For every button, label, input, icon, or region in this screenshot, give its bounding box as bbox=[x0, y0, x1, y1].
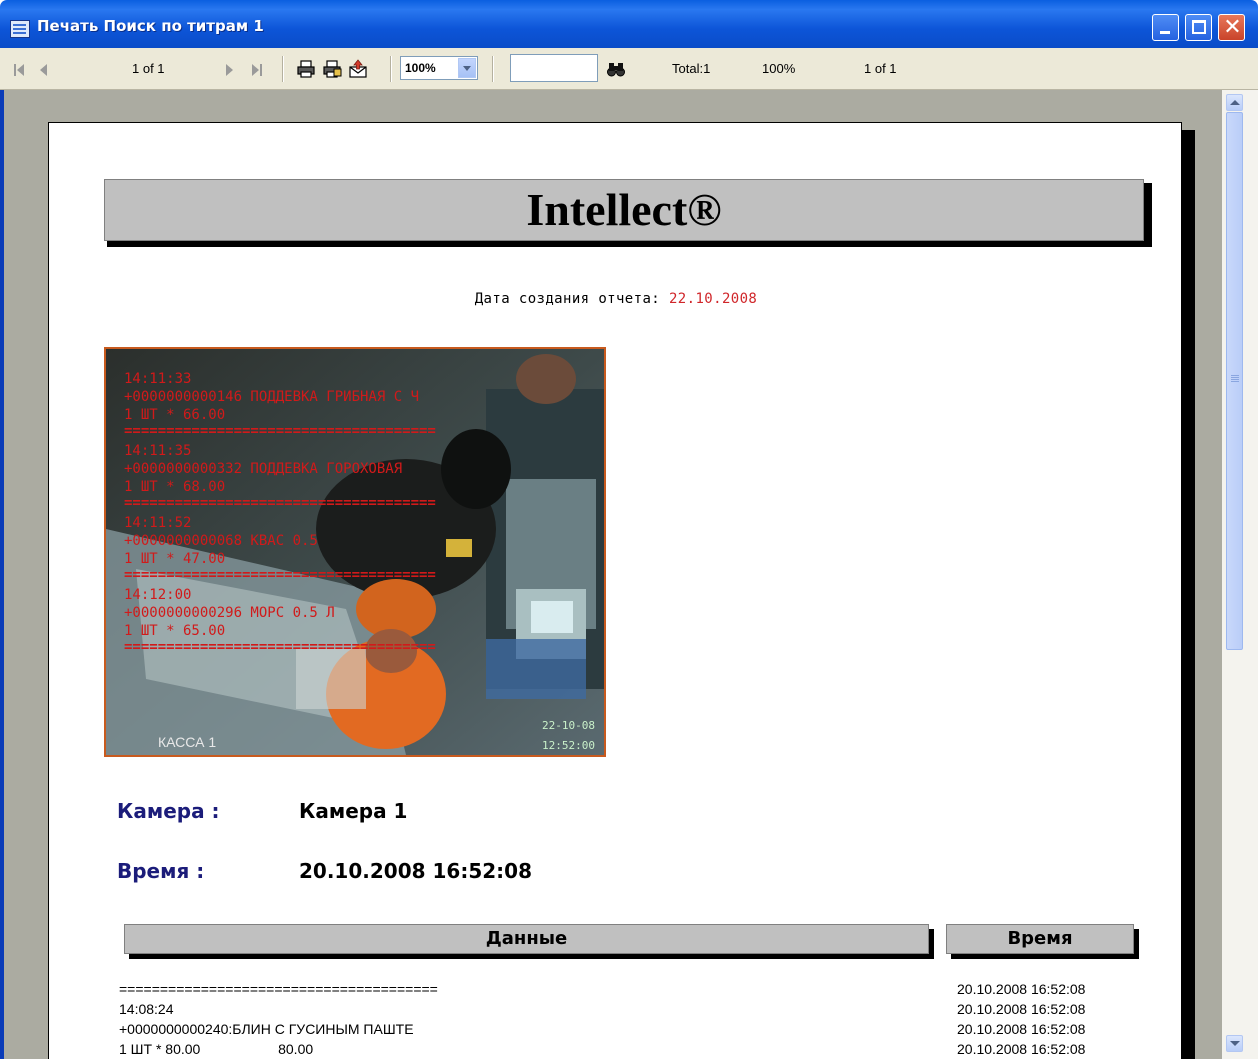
time-label: Время : bbox=[117, 859, 205, 883]
table-row-time: 20.10.2008 16:52:08 bbox=[957, 1001, 1086, 1017]
time-value: 20.10.2008 16:52:08 bbox=[299, 859, 532, 883]
report-preview[interactable]: Intellect® Дата создания отчета: 22.10.2… bbox=[0, 90, 1258, 1059]
minimize-button[interactable] bbox=[1152, 14, 1179, 41]
table-row-time: 20.10.2008 16:52:08 bbox=[957, 1021, 1086, 1037]
stamp-date: 22-10-08 bbox=[542, 719, 595, 732]
camera-caption: КАССА 1 bbox=[158, 734, 216, 750]
zoom-percent: 100% bbox=[762, 61, 796, 76]
zoom-select-value: 100% bbox=[405, 61, 436, 75]
search-input[interactable] bbox=[510, 54, 598, 82]
table-row-time: 20.10.2008 16:52:08 bbox=[957, 981, 1086, 997]
table-row-data: ======================================= bbox=[119, 981, 438, 997]
maximize-button[interactable] bbox=[1185, 14, 1212, 41]
minimize-icon bbox=[1160, 31, 1170, 34]
toolbar-separator bbox=[492, 56, 494, 82]
overlay-separator: ===================================== bbox=[124, 639, 436, 655]
chevron-down-icon[interactable] bbox=[458, 58, 476, 78]
window-border bbox=[0, 90, 4, 1059]
scroll-down-icon[interactable] bbox=[1226, 1035, 1243, 1052]
report-date-label: Дата создания отчета: bbox=[474, 291, 661, 307]
find-icon[interactable] bbox=[606, 59, 626, 79]
report-page: Intellect® Дата создания отчета: 22.10.2… bbox=[48, 122, 1182, 1059]
next-page-icon[interactable] bbox=[226, 64, 236, 76]
total-count: Total:1 bbox=[672, 61, 711, 76]
report-date-line: Дата создания отчета: 22.10.2008 bbox=[49, 291, 1183, 307]
table-row-data: 14:08:24 bbox=[119, 1001, 174, 1017]
close-button[interactable]: ✕ bbox=[1218, 14, 1245, 41]
table-row-time: 20.10.2008 16:52:08 bbox=[957, 1041, 1086, 1057]
stamp-time: 12:52:00 bbox=[542, 739, 595, 752]
zoom-select[interactable]: 100% bbox=[400, 56, 478, 80]
overlay-line: +0000000000068 КВАС 0.5 bbox=[124, 533, 318, 549]
print-icon[interactable] bbox=[296, 59, 316, 79]
window-title: Печать Поиск по титрам 1 bbox=[37, 17, 264, 35]
page-indicator: 1 of 1 bbox=[132, 61, 165, 76]
report-toolbar: 1 of 1 100% Total:1 100% 1 of 1 bbox=[0, 48, 1258, 90]
last-page-icon[interactable] bbox=[252, 64, 262, 76]
camera-value: Камера 1 bbox=[299, 799, 408, 823]
camera-snapshot: 14:11:33 +0000000000146 ПОДДЕВКА ГРИБНАЯ… bbox=[104, 347, 606, 757]
toolbar-separator bbox=[390, 56, 392, 82]
overlay-separator: ===================================== bbox=[124, 567, 436, 583]
scroll-thumb[interactable] bbox=[1226, 112, 1243, 650]
overlay-line: +0000000000332 ПОДДЕВКА ГОРОХОВАЯ bbox=[124, 461, 402, 477]
print-setup-icon[interactable] bbox=[322, 59, 342, 79]
column-header-time: Время bbox=[946, 924, 1134, 954]
page-of: 1 of 1 bbox=[864, 61, 897, 76]
maximize-icon bbox=[1192, 20, 1206, 34]
overlay-line: +0000000000146 ПОДДЕВКА ГРИБНАЯ С Ч bbox=[124, 389, 419, 405]
first-page-icon[interactable] bbox=[14, 64, 24, 76]
overlay-line: 14:11:35 bbox=[124, 443, 191, 459]
prev-page-icon[interactable] bbox=[40, 64, 50, 76]
table-row-data: 1 ШТ * 80.00 80.00 bbox=[119, 1041, 314, 1057]
camera-snapshot-image: 14:11:33 +0000000000146 ПОДДЕВКА ГРИБНАЯ… bbox=[106, 349, 604, 755]
overlay-line: 14:11:52 bbox=[124, 515, 191, 531]
toolbar-separator bbox=[282, 56, 284, 82]
close-icon: ✕ bbox=[1223, 15, 1242, 40]
overlay-line: 14:11:33 bbox=[124, 371, 191, 387]
app-icon bbox=[10, 20, 30, 38]
report-banner: Intellect® bbox=[104, 179, 1144, 241]
overlay-separator: ===================================== bbox=[124, 423, 436, 439]
brand-title: Intellect® bbox=[526, 184, 722, 235]
scroll-up-icon[interactable] bbox=[1226, 94, 1243, 111]
overlay-line: 1 ШТ * 65.00 bbox=[124, 623, 225, 639]
camera-label: Камера : bbox=[117, 799, 220, 823]
vertical-scrollbar[interactable] bbox=[1222, 90, 1258, 1059]
overlay-line: +0000000000296 МОРС 0.5 Л bbox=[124, 605, 335, 621]
overlay-separator: ===================================== bbox=[124, 495, 436, 511]
report-date-value: 22.10.2008 bbox=[668, 291, 758, 307]
overlay-line: 1 ШТ * 68.00 bbox=[124, 479, 225, 495]
overlay-line: 14:12:00 bbox=[124, 587, 191, 603]
export-icon[interactable] bbox=[348, 59, 368, 79]
title-bar[interactable]: Печать Поиск по титрам 1 ✕ bbox=[0, 0, 1258, 48]
table-row-data: +0000000000240:БЛИН С ГУСИНЫМ ПАШТЕ bbox=[119, 1021, 414, 1037]
column-header-data: Данные bbox=[124, 924, 929, 954]
overlay-line: 1 ШТ * 47.00 bbox=[124, 551, 225, 567]
overlay-line: 1 ШТ * 66.00 bbox=[124, 407, 225, 423]
